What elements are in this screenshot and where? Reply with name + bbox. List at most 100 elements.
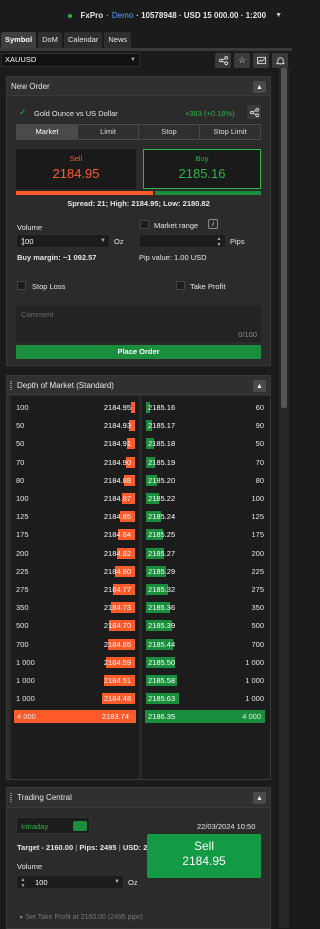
take-profit-hint[interactable]: ▸ Set Take Profit at 2160.00 (2495 pips) (20, 913, 143, 921)
share-button[interactable] (215, 53, 231, 68)
share-button[interactable] (247, 105, 261, 119)
account-selector[interactable]: FxPro · Demo · 10578948 · USD 15 000.00 … (67, 11, 282, 20)
place-order-button[interactable]: Place Order (16, 345, 261, 359)
ask-row[interactable]: 2185.17 90 (142, 417, 270, 435)
ask-row[interactable]: 2185.27 200 (142, 545, 270, 563)
order-type-stop-limit[interactable]: Stop Limit (200, 125, 260, 139)
chevron-down-icon[interactable]: ▼ (275, 12, 282, 19)
ask-price: 2185.17 (148, 421, 176, 431)
chart-button[interactable] (253, 53, 269, 68)
dom-title: Depth of Market (Standard) (17, 381, 114, 390)
ask-row[interactable]: 2185.16 60 (142, 399, 270, 417)
bid-row[interactable]: 80 2184.88 (11, 472, 139, 490)
tab-news[interactable]: News (104, 32, 132, 48)
ask-price: 2185.24 (148, 512, 176, 522)
bid-row[interactable]: 1 000 2184.48 (11, 690, 139, 708)
tc-sell-button[interactable]: Sell 2184.95 (147, 834, 261, 878)
bid-row[interactable]: 100 2184.95 (11, 399, 139, 417)
ask-row[interactable]: 2185.20 80 (142, 472, 270, 490)
tab-dom[interactable]: DoM (38, 32, 62, 48)
collapse-button[interactable]: ▲ (253, 792, 266, 804)
bid-row[interactable]: 100 2184.87 (11, 490, 139, 508)
new-order-header: New Order (7, 77, 270, 96)
bid-row[interactable]: 1 000 2184.51 (11, 672, 139, 690)
order-type-stop[interactable]: Stop (139, 125, 200, 139)
star-icon: ☆ (237, 55, 247, 65)
ask-row[interactable]: 2185.32 275 (142, 581, 270, 599)
favorite-button[interactable]: ☆ (234, 53, 250, 68)
bid-row[interactable]: 50 2184.91 (11, 435, 139, 453)
tab-symbol[interactable]: Symbol (1, 32, 37, 48)
sell-label: Sell (69, 154, 83, 163)
bell-icon (275, 57, 285, 65)
info-icon[interactable]: i (208, 219, 218, 229)
symbol-select[interactable]: XAUUSD ▼ (1, 53, 140, 67)
ask-row[interactable]: 2185.63 1 000 (142, 690, 270, 708)
bid-row[interactable]: 1 000 2184.59 (11, 654, 139, 672)
bid-row[interactable]: 4 000 2183.74 (14, 710, 136, 724)
market-range-input[interactable]: ▲ ▼ (139, 234, 226, 248)
bid-volume: 70 (16, 457, 25, 467)
buy-price-button[interactable]: Buy 2185.16 (143, 149, 261, 189)
bid-row[interactable]: 200 2184.82 (11, 545, 139, 563)
ask-row[interactable]: 2185.58 1 000 (142, 672, 270, 690)
bid-row[interactable]: 350 2184.73 (11, 599, 139, 617)
drag-handle-icon[interactable] (10, 793, 12, 802)
timeframe-switch[interactable] (73, 821, 87, 831)
market-range-checkbox[interactable] (140, 220, 149, 229)
bid-volume: 275 (16, 585, 29, 594)
drag-handle-icon[interactable] (10, 381, 12, 390)
ask-row[interactable]: 2186.35 4 000 (145, 710, 265, 724)
pips-stepper[interactable]: ▲ ▼ (216, 236, 222, 248)
bid-row[interactable]: 70 2184.90 (11, 454, 139, 472)
order-type-selector: Market Limit Stop Stop Limit (16, 124, 261, 140)
order-type-market[interactable]: Market (17, 125, 78, 139)
ask-row[interactable]: 2185.25 175 (142, 526, 270, 544)
sell-price-button[interactable]: Sell 2184.95 (16, 149, 136, 189)
ask-row[interactable]: 2185.19 70 (142, 454, 270, 472)
ask-row[interactable]: 2185.44 700 (142, 636, 270, 654)
tab-calendar[interactable]: Calendar (63, 32, 103, 48)
symbol-select-value: XAUUSD (5, 55, 37, 64)
bid-row[interactable]: 125 2184.85 (11, 508, 139, 526)
order-type-limit[interactable]: Limit (78, 125, 139, 139)
volume-input[interactable]: 100 ▲ ▼ ▼ (16, 234, 110, 248)
bid-row[interactable]: 275 2184.77 (11, 581, 139, 599)
ask-row[interactable]: 2185.24 125 (142, 508, 270, 526)
bid-row[interactable]: 700 2184.65 (11, 636, 139, 654)
timeframe-toggle[interactable]: Intraday (16, 817, 90, 834)
tc-volume-input[interactable]: 100 ▲ ▼ ▼ (16, 875, 124, 889)
collapse-button[interactable]: ▲ (253, 380, 266, 392)
ask-row[interactable]: 2185.36 350 (142, 599, 270, 617)
scrollbar[interactable] (279, 68, 289, 928)
bid-row[interactable]: 500 2184.70 (11, 617, 139, 635)
scrollbar-thumb[interactable] (281, 68, 287, 408)
bid-row[interactable]: 225 2184.80 (11, 563, 139, 581)
ask-row[interactable]: 2185.18 50 (142, 435, 270, 453)
volume-stepper[interactable]: ▲ ▼ (20, 236, 26, 248)
buy-margin: Buy margin: ~1 092.57 (17, 253, 97, 262)
ask-row[interactable]: 2185.22 100 (142, 490, 270, 508)
alerts-button[interactable] (272, 53, 288, 68)
ask-price: 2186.35 (148, 712, 176, 722)
take-profit-checkbox[interactable] (176, 281, 185, 290)
tc-volume-stepper[interactable]: ▲ ▼ (20, 877, 26, 889)
ask-row[interactable]: 2185.29 225 (142, 563, 270, 581)
chevron-down-icon: ▼ (130, 57, 136, 63)
bid-row[interactable]: 50 2184.93 (11, 417, 139, 435)
stop-loss-label: Stop Loss (32, 282, 66, 291)
stop-loss-checkbox[interactable] (17, 281, 26, 290)
tab-bar: Symbol DoM Calendar News (0, 32, 132, 48)
bid-volume: 125 (16, 512, 29, 522)
ask-row[interactable]: 2185.39 500 (142, 617, 270, 635)
bid-row[interactable]: 175 2184.84 (11, 526, 139, 544)
ask-row[interactable]: 2185.50 1 000 (142, 654, 270, 672)
ask-volume: 4 000 (242, 712, 261, 722)
ask-price: 2185.25 (148, 530, 176, 540)
collapse-button[interactable]: ▲ (253, 81, 266, 93)
comment-placeholder: Comment (21, 310, 54, 319)
bid-price: 2184.77 (103, 585, 131, 594)
ask-price: 2185.39 (148, 621, 176, 631)
comment-textarea[interactable]: Comment 0/100 (16, 305, 261, 342)
bid-price: 2184.93 (103, 421, 131, 431)
